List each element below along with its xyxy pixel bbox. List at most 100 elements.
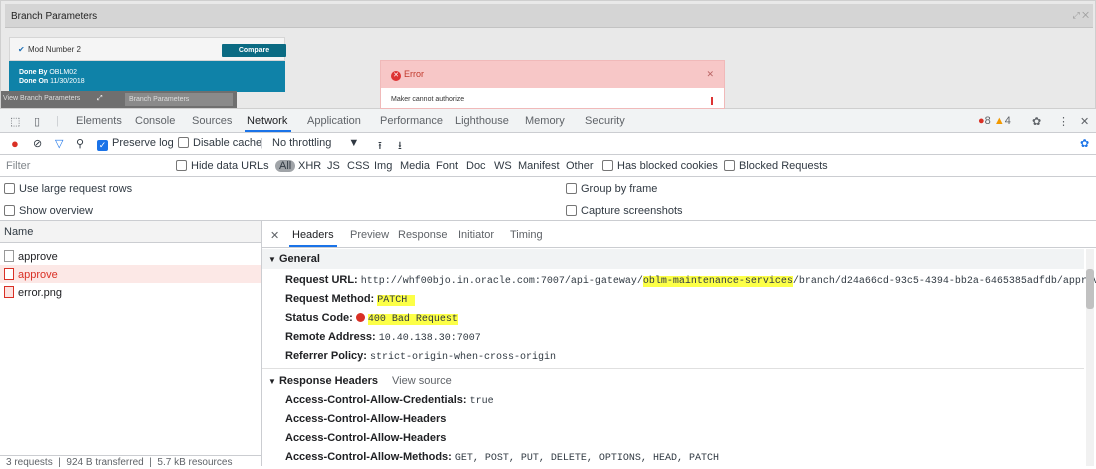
error-message: Maker cannot authorize — [391, 96, 465, 103]
device-toolbar-icon[interactable]: ▯ — [34, 115, 40, 128]
tab-initiator[interactable]: Initiator — [458, 229, 494, 241]
more-menu-icon[interactable]: ⋮ — [1058, 115, 1069, 128]
type-filter-manifest[interactable]: Manifest — [518, 160, 560, 172]
search-icon[interactable]: ⚲ — [76, 137, 84, 150]
done-by-value: OBLM02 — [49, 69, 77, 76]
general-section-header[interactable]: ▼ General — [262, 249, 1084, 269]
response-header-name: Access-Control-Allow-Credentials: — [285, 394, 467, 406]
tab-application[interactable]: Application — [307, 115, 361, 127]
view-source-link[interactable]: View source — [392, 375, 452, 387]
type-filter-img[interactable]: Img — [374, 160, 392, 172]
expand-icon[interactable]: ⤢ — [97, 95, 103, 103]
tab-headers[interactable]: Headers — [292, 229, 334, 241]
issue-counter[interactable]: ●8 ▲4 — [978, 115, 1011, 127]
close-details-icon[interactable]: ✕ — [270, 229, 279, 242]
gear-icon[interactable]: ✿ — [1032, 115, 1041, 128]
response-header-row: Access-Control-Allow-Methods: GET, POST,… — [285, 451, 719, 464]
inspect-icon[interactable]: ⬚ — [10, 115, 20, 128]
referrer-policy-row: Referrer Policy: strict-origin-when-cros… — [285, 350, 556, 363]
type-filter-other[interactable]: Other — [566, 160, 594, 172]
tab-branch-parameters-label: Branch Parameters — [129, 96, 190, 103]
devtools-tab-bar: ⬚ ▯ | Elements Console Sources Network A… — [0, 109, 1096, 133]
upload-icon[interactable]: ⭱ — [378, 137, 382, 156]
chevron-down-icon: ▼ — [348, 137, 360, 149]
request-url-highlight: oblm-maintenance-services — [642, 276, 793, 287]
type-filter-doc[interactable]: Doc — [466, 160, 486, 172]
show-overview-label: Show overview — [19, 205, 93, 217]
response-header-name: Access-Control-Allow-Methods: — [285, 451, 452, 463]
name-column-header[interactable]: Name — [0, 221, 261, 243]
compare-button[interactable]: Compare — [222, 44, 286, 57]
window-controls-icon[interactable]: ⤢ ✕ — [1072, 10, 1089, 21]
audit-info: Done By OBLM02 Done On 11/30/2018 — [9, 61, 285, 92]
response-header-name: Access-Control-Allow-Headers — [285, 432, 447, 444]
tab-performance[interactable]: Performance — [380, 115, 443, 127]
tab-security[interactable]: Security — [585, 115, 625, 127]
response-header-value: true — [469, 396, 494, 407]
capture-screenshots-checkbox[interactable]: Capture screenshots — [566, 205, 683, 217]
request-row[interactable]: error.png — [0, 283, 261, 301]
hide-data-urls-checkbox[interactable]: Hide data URLs — [176, 160, 269, 172]
tab-preview[interactable]: Preview — [350, 229, 389, 241]
filter-input[interactable]: Filter — [6, 160, 30, 172]
type-filter-css[interactable]: CSS — [347, 160, 370, 172]
error-icon: ✕ — [391, 71, 401, 81]
checkbox-icon — [4, 183, 15, 194]
tab-sources[interactable]: Sources — [192, 115, 232, 127]
request-name: approve — [18, 269, 58, 281]
details-scrollbar[interactable] — [1086, 249, 1094, 466]
warning-count: 4 — [1004, 115, 1011, 127]
network-settings-gear-icon[interactable]: ✿ — [1080, 137, 1089, 150]
checkbox-checked-icon: ✓ — [97, 140, 108, 151]
disable-cache-checkbox[interactable]: Disable cache — [178, 137, 262, 149]
checkbox-icon — [566, 205, 577, 216]
tab-timing[interactable]: Timing — [510, 229, 543, 241]
status-code-row: Status Code: 400 Bad Request — [285, 312, 458, 325]
tab-lighthouse[interactable]: Lighthouse — [455, 115, 509, 127]
done-on-value: 11/30/2018 — [50, 78, 85, 85]
download-icon[interactable]: ⭳ — [398, 137, 402, 156]
response-header-row: Access-Control-Allow-Headers — [285, 413, 446, 425]
request-url-prefix: http://whf00bjo.in.oracle.com:7007/api-g… — [360, 276, 643, 287]
type-filter-font[interactable]: Font — [436, 160, 458, 172]
close-devtools-icon[interactable]: ✕ — [1080, 115, 1089, 128]
type-filter-xhr[interactable]: XHR — [298, 160, 321, 172]
blocked-requests-checkbox[interactable]: Blocked Requests — [724, 160, 828, 172]
resources-size: 5.7 kB resources — [157, 457, 233, 468]
network-toolbar: ● ⊘ ▽ ⚲ ✓ Preserve log Disable cache | No… — [0, 133, 1096, 155]
type-filter-all[interactable]: All — [275, 160, 296, 172]
scrollbar-thumb[interactable] — [1086, 269, 1094, 309]
group-by-frame-checkbox[interactable]: Group by frame — [566, 183, 657, 195]
type-filter-media[interactable]: Media — [400, 160, 430, 172]
tab-console[interactable]: Console — [135, 115, 175, 127]
record-icon[interactable]: ● — [11, 136, 19, 151]
general-title: General — [278, 253, 320, 265]
referrer-policy-label: Referrer Policy: — [285, 350, 367, 362]
clear-icon[interactable]: ⊘ — [33, 137, 42, 150]
tab-branch-parameters[interactable]: Branch Parameters — [125, 93, 233, 106]
preserve-log-checkbox[interactable]: ✓ Preserve log — [97, 137, 174, 151]
type-filter-ws[interactable]: WS — [494, 160, 512, 172]
tab-memory[interactable]: Memory — [525, 115, 565, 127]
tab-view-branch-parameters[interactable]: View Branch Parameters — [3, 95, 80, 102]
tab-response[interactable]: Response — [398, 229, 448, 241]
response-header-row: Access-Control-Allow-Headers — [285, 432, 446, 444]
throttling-select[interactable]: No throttling ▼ — [272, 137, 359, 149]
capture-screenshots-label: Capture screenshots — [581, 205, 683, 217]
tab-elements[interactable]: Elements — [76, 115, 122, 127]
remote-address-value: 10.40.138.30:7007 — [378, 333, 481, 344]
response-headers-section-header[interactable]: ▼ Response Headers View source — [262, 371, 1084, 391]
tab-network[interactable]: Network — [247, 115, 287, 127]
large-rows-label: Use large request rows — [19, 183, 133, 195]
filter-icon[interactable]: ▽ — [55, 137, 63, 150]
has-blocked-cookies-checkbox[interactable]: Has blocked cookies — [602, 160, 718, 172]
group-by-frame-label: Group by frame — [581, 183, 658, 195]
remote-address-label: Remote Address: — [285, 331, 376, 343]
type-filter-js[interactable]: JS — [327, 160, 340, 172]
request-row[interactable]: approve — [0, 247, 261, 265]
checkbox-icon — [566, 183, 577, 194]
request-row-selected[interactable]: approve — [0, 265, 261, 283]
large-rows-checkbox[interactable]: Use large request rows — [4, 183, 132, 195]
show-overview-checkbox[interactable]: Show overview — [4, 205, 93, 217]
close-icon[interactable]: ✕ — [706, 69, 714, 80]
